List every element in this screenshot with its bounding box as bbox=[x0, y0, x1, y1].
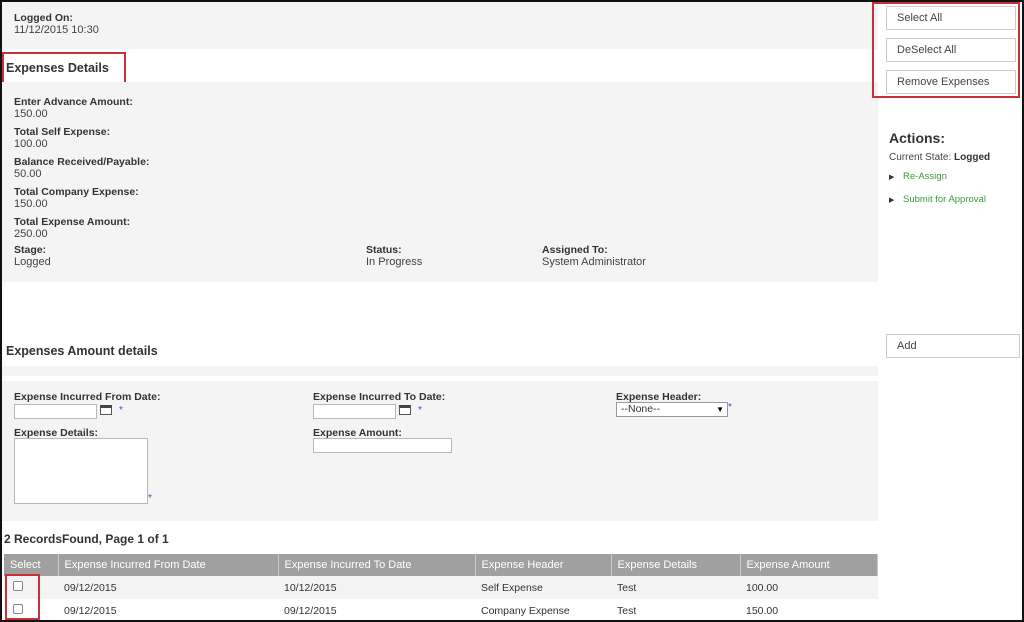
reassign-link[interactable]: Re-Assign bbox=[903, 171, 947, 182]
field-value: 150.00 bbox=[14, 108, 48, 120]
selection-buttons-group: Select All DeSelect All Remove Expenses bbox=[872, 2, 1020, 98]
field-label: Total Self Expense: bbox=[14, 126, 111, 138]
expense-details-cell: Test bbox=[611, 576, 740, 599]
submit-for-approval-link[interactable]: Submit for Approval bbox=[903, 194, 986, 205]
section-divider bbox=[2, 366, 878, 376]
to-date-input[interactable] bbox=[313, 404, 396, 419]
expenses-details-title: Expenses Details bbox=[6, 61, 109, 75]
expenses-table: Select Expense Incurred From Date Expens… bbox=[4, 554, 878, 622]
dropdown-arrow-icon: ▼ bbox=[716, 405, 724, 414]
field-value: 50.00 bbox=[14, 168, 42, 180]
field-label: Balance Received/Payable: bbox=[14, 156, 150, 168]
expense-amount-cell: 150.00 bbox=[740, 599, 878, 622]
expense-amount-input[interactable] bbox=[313, 438, 452, 453]
select-cell bbox=[4, 599, 58, 622]
table-row: 09/12/2015 10/12/2015 Self Expense Test … bbox=[4, 576, 878, 599]
from-date-link[interactable]: 09/12/2015 bbox=[58, 599, 278, 622]
expenses-amount-title: Expenses Amount details bbox=[6, 344, 158, 358]
expenses-details-panel: Enter Advance Amount: 150.00 Total Self … bbox=[2, 82, 878, 282]
required-mark: * bbox=[119, 405, 123, 416]
select-cell bbox=[4, 576, 58, 599]
field-total-expense-amount: Total Expense Amount: 250.00 bbox=[14, 216, 866, 240]
assigned-field: Assigned To: System Administrator bbox=[542, 244, 646, 274]
action-reassign[interactable]: ▶ Re-Assign bbox=[889, 171, 1019, 182]
current-state: Current State: Logged bbox=[889, 152, 1019, 163]
expense-header-select[interactable]: --None-- ▼ bbox=[616, 402, 728, 417]
logged-on-value: 11/12/2015 10:30 bbox=[14, 24, 99, 36]
from-date-label: Expense Incurred From Date: bbox=[14, 391, 161, 403]
current-state-value: Logged bbox=[954, 152, 991, 163]
stage-field: Stage: Logged bbox=[14, 244, 51, 274]
logged-on-label: Logged On: bbox=[14, 12, 73, 24]
status-value: In Progress bbox=[366, 256, 423, 268]
table-row: 09/12/2015 09/12/2015 Company Expense Te… bbox=[4, 599, 878, 622]
column-header-from-date[interactable]: Expense Incurred From Date bbox=[58, 554, 279, 576]
expense-entry-form: Expense Incurred From Date: * Expense In… bbox=[2, 381, 878, 521]
column-header-expense-header[interactable]: Expense Header bbox=[475, 554, 612, 576]
table-header-row: Select Expense Incurred From Date Expens… bbox=[4, 554, 878, 576]
select-all-button[interactable]: Select All bbox=[886, 6, 1016, 30]
deselect-all-button[interactable]: DeSelect All bbox=[886, 38, 1016, 62]
required-mark: * bbox=[418, 405, 422, 416]
stage-value: Logged bbox=[14, 256, 51, 268]
calendar-icon[interactable] bbox=[399, 405, 411, 415]
field-label: Enter Advance Amount: bbox=[14, 96, 133, 108]
expenses-details-heading-box: Expenses Details bbox=[2, 52, 126, 84]
field-label: Total Company Expense: bbox=[14, 186, 139, 198]
row-checkbox[interactable] bbox=[13, 604, 23, 614]
field-total-self-expense: Total Self Expense: 100.00 bbox=[14, 126, 866, 150]
assigned-label: Assigned To: bbox=[542, 244, 608, 256]
column-header-expense-amount[interactable]: Expense Amount bbox=[740, 554, 878, 576]
current-state-label: Current State: bbox=[889, 152, 952, 163]
status-label: Status: bbox=[366, 244, 402, 256]
to-date-cell: 09/12/2015 bbox=[278, 599, 475, 622]
expense-header-cell: Company Expense bbox=[475, 599, 611, 622]
column-header-expense-details[interactable]: Expense Details bbox=[611, 554, 741, 576]
expense-details-cell: Test bbox=[611, 599, 740, 622]
column-header-select: Select bbox=[4, 554, 59, 576]
required-mark: * bbox=[728, 402, 732, 413]
stage-label: Stage: bbox=[14, 244, 47, 256]
field-balance: Balance Received/Payable: 50.00 bbox=[14, 156, 866, 180]
required-mark: * bbox=[148, 493, 152, 504]
logged-on-panel: Logged On: 11/12/2015 10:30 bbox=[2, 2, 878, 49]
actions-panel: Actions: Current State: Logged ▶ Re-Assi… bbox=[889, 130, 1019, 217]
field-value: 250.00 bbox=[14, 228, 48, 240]
column-header-to-date[interactable]: Expense Incurred To Date bbox=[278, 554, 476, 576]
action-submit-for-approval[interactable]: ▶ Submit for Approval bbox=[889, 194, 1019, 205]
to-date-cell: 10/12/2015 bbox=[278, 576, 475, 599]
add-button[interactable]: Add bbox=[886, 334, 1020, 358]
row-checkbox[interactable] bbox=[13, 581, 23, 591]
expense-header-selected: --None-- bbox=[621, 403, 661, 415]
actions-title: Actions: bbox=[889, 130, 945, 146]
records-summary: 2 RecordsFound, Page 1 of 1 bbox=[4, 532, 169, 546]
field-total-company-expense: Total Company Expense: 150.00 bbox=[14, 186, 866, 210]
field-value: 100.00 bbox=[14, 138, 48, 150]
triangle-right-icon: ▶ bbox=[889, 174, 895, 181]
field-advance-amount: Enter Advance Amount: 150.00 bbox=[14, 96, 866, 120]
expense-amount-cell: 100.00 bbox=[740, 576, 878, 599]
field-value: 150.00 bbox=[14, 198, 48, 210]
remove-expenses-button[interactable]: Remove Expenses bbox=[886, 70, 1016, 94]
calendar-icon[interactable] bbox=[100, 405, 112, 415]
expense-details-textarea[interactable] bbox=[14, 438, 148, 504]
from-date-link[interactable]: 09/12/2015 bbox=[58, 576, 278, 599]
triangle-right-icon: ▶ bbox=[889, 197, 895, 204]
from-date-input[interactable] bbox=[14, 404, 97, 419]
status-field: Status: In Progress bbox=[366, 244, 422, 274]
expense-header-cell: Self Expense bbox=[475, 576, 611, 599]
to-date-label: Expense Incurred To Date: bbox=[313, 391, 446, 403]
assigned-value: System Administrator bbox=[542, 256, 646, 268]
field-label: Total Expense Amount: bbox=[14, 216, 131, 228]
